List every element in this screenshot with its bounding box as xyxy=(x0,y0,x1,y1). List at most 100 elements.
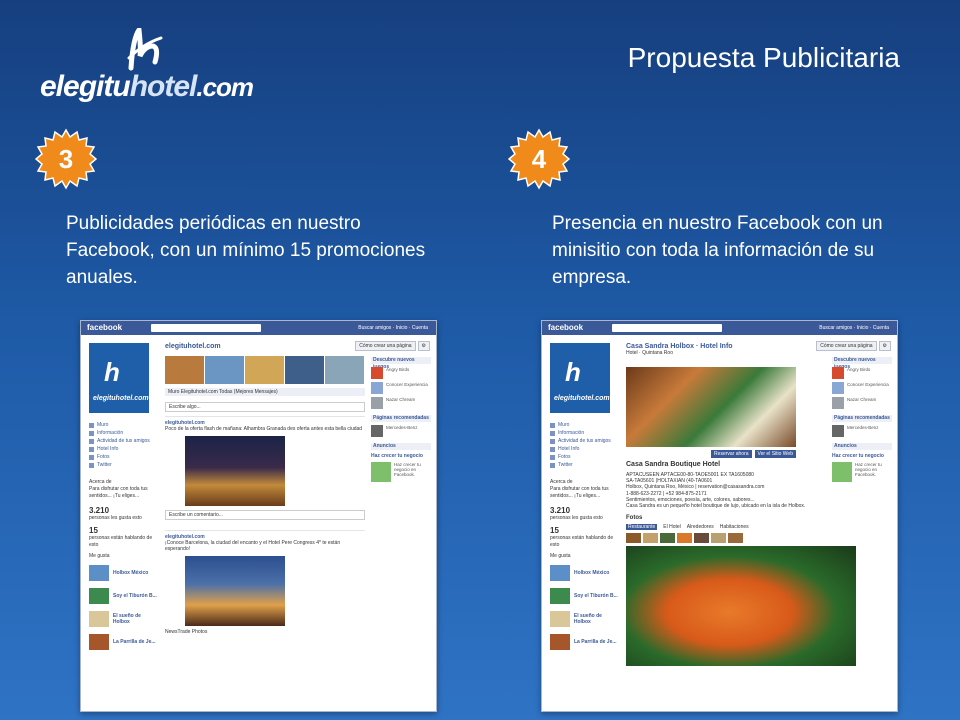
logo-text-hotel: hotel xyxy=(129,70,198,103)
talking-count: 15 xyxy=(89,526,98,535)
hotel-name: Casa Sandra Boutique Hotel xyxy=(626,461,721,468)
likes-count: 3.210 xyxy=(89,506,110,515)
likes-heading: Me gusta xyxy=(550,553,571,559)
talking-label: personas están hablando de esto xyxy=(89,535,153,548)
profile-picture: h elegituhotel.com xyxy=(89,343,149,413)
facebook-top-bar: facebook Buscar amigos · Inicio · Cuenta xyxy=(81,321,436,335)
page-menu: Muro Información Actividad de tus amigos… xyxy=(550,421,620,469)
ad-item: Haz crecer tu negocio en Facebook. xyxy=(832,462,892,482)
ad-title: Haz crecer tu negocio xyxy=(832,453,884,459)
facebook-nav-links: Buscar amigos · Inicio · Cuenta xyxy=(358,325,428,331)
papaya-photo xyxy=(626,546,856,667)
wall-post: elegituhotel.com ¡Conoce Barcelona, la c… xyxy=(165,530,365,635)
facebook-search-input xyxy=(151,324,261,332)
liked-page: Holbox México xyxy=(89,563,159,583)
menu-item: Información xyxy=(550,429,620,437)
step-number: 3 xyxy=(58,144,74,174)
photo-tabs: Restaurante El Hotel Alrededores Habitac… xyxy=(626,524,749,531)
liked-page: Soy el Tiburón B... xyxy=(550,586,620,606)
fb-page-name: Casa Sandra Holbox · Hotel Info xyxy=(626,343,733,350)
likes-label: personas les gusta esto xyxy=(550,515,603,521)
liked-page: Holbox México xyxy=(550,563,620,583)
suggestion-item: Nazar Chream xyxy=(371,397,431,409)
fb-page-name: elegituhotel.com xyxy=(165,343,221,350)
hotel-h-icon: h xyxy=(104,357,120,387)
games-heading: Descubre nuevos juegos xyxy=(371,357,431,370)
suggestion-item: Angry Birds xyxy=(371,367,431,379)
facebook-top-bar: facebook Buscar amigos · Inicio · Cuenta xyxy=(542,321,897,335)
menu-item: Muro xyxy=(550,421,620,429)
facebook-logo: facebook xyxy=(548,323,584,332)
wall-tabs: Muro Elegituhotel.com Todas (Mejores Men… xyxy=(165,388,365,396)
likes-label: personas les gusta esto xyxy=(89,515,142,521)
suggestion-item: Nazar Chream xyxy=(832,397,892,409)
photo-strip xyxy=(165,356,365,384)
reserve-button: Reservar ahora xyxy=(711,450,752,458)
profile-picture-text: elegituhotel.com xyxy=(554,395,610,402)
hotel-photo xyxy=(626,367,796,447)
step-number: 4 xyxy=(531,144,547,174)
comment-box: Escribe un comentario... xyxy=(165,510,365,520)
page-subtitle: Hotel · Quintana Roo xyxy=(626,350,673,356)
photo-thumbs xyxy=(626,533,826,544)
suggestion-item: Angry Birds xyxy=(832,367,892,379)
photos-heading: Fotos xyxy=(626,515,643,522)
profile-picture-text: elegituhotel.com xyxy=(93,395,149,402)
logo-text-com: .com xyxy=(196,72,254,102)
description-step-3: Publicidades periódicas en nuestro Faceb… xyxy=(66,213,426,288)
liked-page: La Parrilla de Je... xyxy=(550,632,620,652)
menu-item: Hotel Info xyxy=(550,445,620,453)
photo-caption: NewsTrade Photos xyxy=(165,629,208,635)
liked-page: El sueño de Holbox xyxy=(550,609,620,629)
likes-count: 3.210 xyxy=(550,506,571,515)
likes-heading: Me gusta xyxy=(89,553,110,559)
page-title: Propuesta Publicitaria xyxy=(627,42,900,73)
suggestion-item: Mercedes-Benz xyxy=(371,425,431,437)
wall-column: elegituhotel.com Muro Elegituhotel.com T… xyxy=(165,343,365,635)
description-step-4: Presencia en nuestro Facebook con un min… xyxy=(552,213,883,288)
menu-item: Fotos xyxy=(89,453,159,461)
recommended-heading: Páginas recomendadas xyxy=(371,415,431,422)
hotel-h-icon: h xyxy=(565,357,581,387)
ads-heading: Anuncios xyxy=(371,443,431,450)
menu-item: Twitter xyxy=(89,461,159,469)
profile-picture: h elegituhotel.com xyxy=(550,343,610,413)
menu-item: Hotel Info xyxy=(89,445,159,453)
menu-item: Actividad de tus amigos xyxy=(550,437,620,445)
ad-item: Haz crecer tu negocio en Facebook. xyxy=(371,462,431,482)
hotel-info-text: APTACUSEEN APTACE00-80-TAOE5001 EX TA160… xyxy=(626,472,806,510)
step-badge-4: 4 xyxy=(507,128,571,190)
page-menu: Muro Información Actividad de tus amigos… xyxy=(89,421,159,469)
about-heading: Acerca de xyxy=(550,479,573,485)
liked-page: La Parrilla de Je... xyxy=(89,632,159,652)
wall-post: elegituhotel.com Poco de la oferta flash… xyxy=(165,416,365,506)
left-sidebar: h elegituhotel.com Muro Información Acti… xyxy=(89,343,159,655)
facebook-search-input xyxy=(612,324,722,332)
ad-title: Haz crecer tu negocio xyxy=(371,453,423,459)
hotel-h-icon xyxy=(127,28,163,71)
menu-item: Muro xyxy=(89,421,159,429)
suggestion-item: Conocer Experiencia xyxy=(832,382,892,394)
about-text: Para disfrutar con toda tus sentidos... … xyxy=(550,486,609,499)
hotel-buttons: Reservar ahora Ver el Sitio Web xyxy=(626,450,796,458)
menu-item: Twitter xyxy=(550,461,620,469)
talking-count: 15 xyxy=(550,526,559,535)
compose-box: Escribe algo... xyxy=(165,402,365,412)
facebook-screenshot-wall: facebook Buscar amigos · Inicio · Cuenta… xyxy=(80,320,437,712)
recommended-heading: Páginas recomendadas xyxy=(832,415,892,422)
facebook-logo: facebook xyxy=(87,323,123,332)
left-sidebar: h elegituhotel.com Muro Información Acti… xyxy=(550,343,620,655)
suggestion-item: Conocer Experiencia xyxy=(371,382,431,394)
right-column: Descubre nuevos juegos Angry Birds Conoc… xyxy=(371,343,431,482)
ads-heading: Anuncios xyxy=(832,443,892,450)
right-column: Descubre nuevos juegos Angry Birds Conoc… xyxy=(832,343,892,482)
facebook-screenshot-hotel-info: facebook Buscar amigos · Inicio · Cuenta… xyxy=(541,320,898,712)
suggestion-item: Mercedes-Benz xyxy=(832,425,892,437)
logo-text-elegitu: elegitu xyxy=(40,70,131,103)
liked-page: Soy el Tiburón B... xyxy=(89,586,159,606)
about-heading: Acerca de xyxy=(89,479,112,485)
menu-item: Actividad de tus amigos xyxy=(89,437,159,445)
liked-page: El sueño de Holbox xyxy=(89,609,159,629)
menu-item: Información xyxy=(89,429,159,437)
hotel-info-column: Casa Sandra Holbox · Hotel Info Hotel · … xyxy=(626,343,856,667)
